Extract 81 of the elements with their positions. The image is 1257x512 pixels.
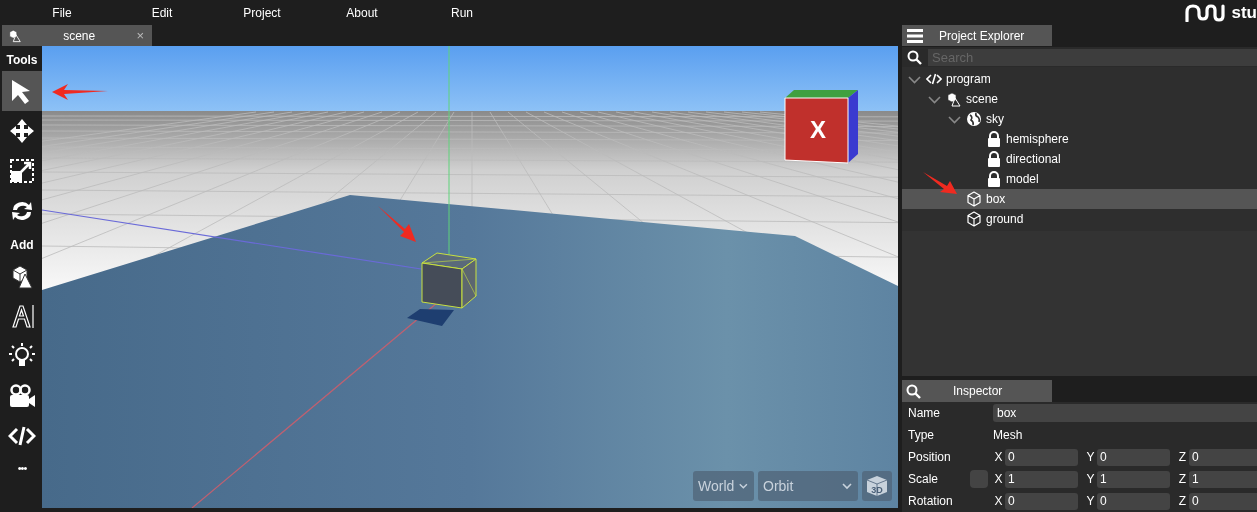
more-button[interactable]: •••	[17, 462, 27, 474]
editor-tab[interactable]: scene ×	[2, 25, 152, 46]
menu-icon[interactable]	[907, 28, 923, 43]
code-icon	[926, 71, 942, 87]
number-field[interactable]: 0	[1005, 448, 1078, 466]
annotation-arrow	[923, 172, 957, 194]
lock-icon	[986, 131, 1002, 147]
tree-item-label: hemisphere	[1006, 132, 1069, 146]
move-icon	[8, 117, 36, 145]
axis-label: Z	[1177, 450, 1188, 464]
space-dropdown[interactable]: World	[693, 471, 754, 501]
lock-icon	[986, 171, 1002, 187]
tree-item[interactable]: directional	[902, 149, 1257, 169]
menu-item[interactable]: Edit	[112, 5, 212, 20]
axis-label: Y	[1085, 472, 1096, 486]
menu-item[interactable]: Run	[412, 5, 512, 20]
tree-item[interactable]: program	[902, 69, 1257, 89]
number-field[interactable]: 0	[1005, 492, 1078, 510]
number-field[interactable]: 0	[1189, 492, 1257, 510]
video-camera-icon	[8, 382, 36, 410]
search-icon	[906, 383, 921, 399]
axis-label: X	[993, 450, 1004, 464]
resize-icon	[8, 157, 36, 185]
search-icon	[907, 49, 922, 65]
property-label: Type	[908, 428, 935, 442]
menu-item[interactable]: File	[12, 5, 112, 20]
toolbar-section-label: Tools	[6, 52, 38, 69]
cube-cone-icon	[946, 91, 962, 107]
tree-item[interactable]: scene	[902, 89, 1257, 109]
close-button[interactable]: ×	[136, 28, 144, 43]
tree-item-label: scene	[966, 92, 999, 106]
axis-label: Y	[1085, 494, 1096, 508]
axis-label: Z	[1177, 494, 1188, 508]
number-field[interactable]: 0	[1189, 448, 1257, 466]
shadow	[407, 309, 454, 326]
tree-item-label: model	[1006, 172, 1039, 186]
cube-icon	[966, 211, 982, 227]
tree-item-label: sky	[986, 112, 1004, 126]
menu-item[interactable]: Project	[212, 5, 312, 20]
checkbox[interactable]	[970, 470, 988, 488]
property-label: Rotation	[908, 494, 954, 508]
tab-label: scene	[62, 28, 97, 43]
tree-item[interactable]: sky	[902, 109, 1257, 129]
box-model	[421, 252, 477, 309]
tool-button[interactable]	[2, 71, 42, 111]
tree-item[interactable]: box	[902, 189, 1257, 209]
panel-tab[interactable]: Inspector	[902, 380, 1052, 402]
lock-icon	[986, 151, 1002, 167]
number-field[interactable]: 1	[1189, 470, 1257, 488]
cube-icon	[966, 191, 982, 207]
number-field[interactable]: 0	[1097, 492, 1170, 510]
panel-tab[interactable]: Project Explorer	[902, 25, 1052, 46]
property-label: Position	[908, 450, 952, 464]
tree-item-label: ground	[986, 212, 1024, 226]
panel-title: Inspector	[953, 384, 1003, 398]
tree-item-label: box	[986, 192, 1006, 206]
toolbar-section-label: Add	[10, 237, 34, 254]
property-value: Mesh	[993, 428, 1023, 442]
cube-cone-icon	[8, 28, 22, 43]
tree-item[interactable]: ground	[902, 209, 1257, 229]
name-field[interactable]: box	[993, 404, 1257, 422]
axis-label: Z	[1177, 472, 1188, 486]
axis-label: X	[993, 494, 1004, 508]
tree-item[interactable]: hemisphere	[902, 129, 1257, 149]
number-field[interactable]: 0	[1097, 448, 1170, 466]
axis-label: X	[993, 472, 1004, 486]
axis-label: X	[810, 116, 826, 143]
tree-item-label: directional	[1006, 152, 1061, 166]
tree-item-label: program	[946, 72, 991, 86]
logo: stu	[1184, 2, 1257, 23]
axis-label: Y	[1085, 450, 1096, 464]
number-field[interactable]: 1	[1005, 470, 1078, 488]
panel-title: Project Explorer	[939, 28, 1025, 43]
menu-item[interactable]: About	[312, 5, 412, 20]
tree-item[interactable]: model	[902, 169, 1257, 189]
number-field[interactable]: 1	[1097, 470, 1170, 488]
chevron-down-icon	[841, 480, 853, 492]
property-label: Name	[908, 406, 941, 420]
property-label: Scale	[908, 472, 940, 486]
globe-icon	[966, 111, 982, 127]
view-mode-button[interactable]: 3D	[862, 471, 892, 501]
